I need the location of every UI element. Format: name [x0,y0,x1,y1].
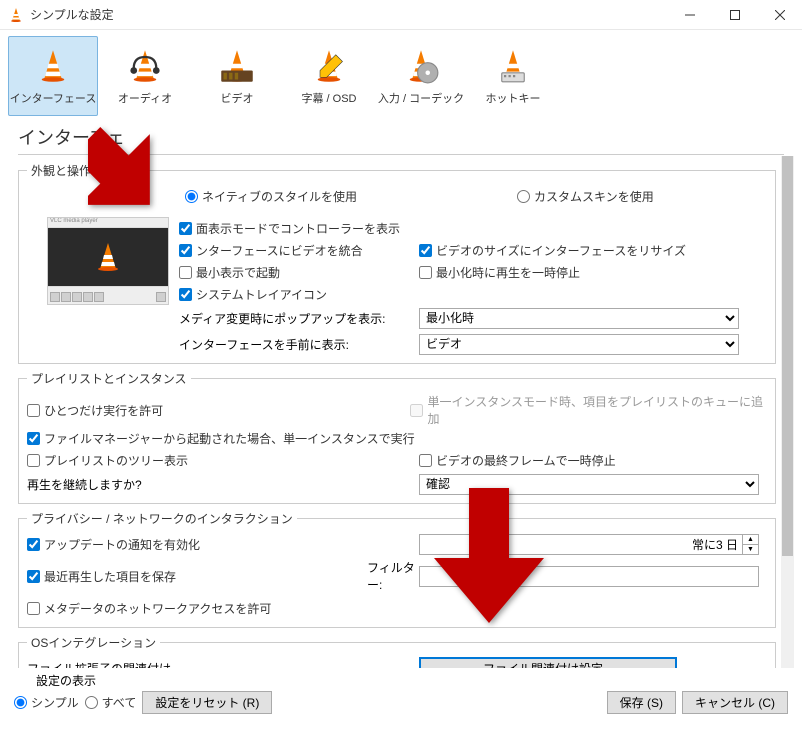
chk-enqueue: 単一インスタンスモード時、項目をプレイリストのキューに追加 [410,393,767,427]
tab-hotkeys[interactable]: ホットキー [468,36,558,116]
radio-simple[interactable]: シンプル [14,694,79,711]
group-appearance: 外観と操作性 ネイティブのスタイルを使用 カスタムスキンを使用 VLC medi… [18,162,776,364]
chk-filemanager-instance[interactable]: ファイルマネージャーから起動された場合、単一インスタンスで実行 [27,428,415,448]
preview-thumbnail: VLC media player [47,217,169,305]
select-raise-interface[interactable]: ビデオ [419,334,739,355]
page-title: インターフェ [0,116,802,154]
label-continue-playback: 再生を継続しますか? [27,476,419,493]
chk-save-recent[interactable]: 最近再生した項目を保存 [27,566,367,586]
titlebar: シンプルな設定 [0,0,802,30]
tab-video[interactable]: ビデオ [192,36,282,116]
disc-icon [401,46,441,86]
label-file-assoc: ファイル拡張子の関連付け [27,660,419,668]
spinner-up[interactable]: ▲ [743,535,758,545]
label-filter: フィルター: [367,559,419,593]
chk-fullscreen-controller[interactable]: 面表示モードでコントローラーを表示 [179,218,419,238]
radio-custom-skin[interactable]: カスタムスキンを使用 [517,188,654,205]
settings-content: 外観と操作性 ネイティブのスタイルを使用 カスタムスキンを使用 VLC medi… [14,156,780,668]
group-os-legend: OSインテグレーション [27,634,160,651]
maximize-button[interactable] [712,0,757,30]
tab-input[interactable]: 入力 / コーデック [376,36,466,116]
chk-minimal-view[interactable]: 最小表示で起動 [179,262,419,282]
chk-metadata-network[interactable]: メタデータのネットワークアクセスを許可 [27,598,271,618]
keyboard-icon [493,46,533,86]
select-media-popup[interactable]: 最小化時 [419,308,739,329]
category-tabs: インターフェース オーディオ ビデオ 字幕 / OSD 入力 / コーデック ホ… [0,30,802,116]
label-media-popup: メディア変更時にポップアップを表示: [179,310,419,327]
divider [18,154,784,155]
chk-pause-minimize[interactable]: 最小化時に再生を一時停止 [419,262,580,282]
select-continue-playback[interactable]: 確認 [419,474,759,495]
pencil-icon [309,46,349,86]
input-filter[interactable] [419,566,759,587]
chk-systray[interactable]: システムトレイアイコン [179,284,327,304]
button-reset[interactable]: 設定をリセット (R) [142,691,272,714]
tab-interface[interactable]: インターフェース [8,36,98,116]
cone-icon [33,46,73,86]
footer: 設定の表示 シンプル すべて 設定をリセット (R) 保存 (S) キャンセル … [14,672,788,724]
chk-one-instance[interactable]: ひとつだけ実行を許可 [27,400,410,420]
radio-native-style[interactable]: ネイティブのスタイルを使用 [185,188,357,205]
button-save[interactable]: 保存 (S) [607,691,676,714]
minimize-button[interactable] [667,0,712,30]
tab-audio[interactable]: オーディオ [100,36,190,116]
label-raise-interface: インターフェースを手前に表示: [179,336,419,353]
scrollbar-thumb[interactable] [782,156,793,556]
scrollbar[interactable] [781,156,794,668]
button-cancel[interactable]: キャンセル (C) [682,691,788,714]
chk-resize-interface[interactable]: ビデオのサイズにインターフェースをリサイズ [419,240,686,260]
chk-pause-last-frame[interactable]: ビデオの最終フレームで一時停止 [419,450,616,470]
film-icon [217,46,257,86]
group-privacy: プライバシー / ネットワークのインタラクション アップデートの通知を有効化 ▲… [18,510,776,628]
label-show-settings: 設定の表示 [36,672,96,689]
group-appearance-legend: 外観と操作性 [27,162,107,179]
button-file-assoc[interactable]: ファイル関連付け設定... [419,657,677,668]
group-playlist: プレイリストとインスタンス ひとつだけ実行を許可 単一インスタンスモード時、項目… [18,370,776,504]
radio-all[interactable]: すべて [85,694,137,711]
input-update-days[interactable] [419,534,743,555]
chk-tree-view[interactable]: プレイリストのツリー表示 [27,450,419,470]
group-privacy-legend: プライバシー / ネットワークのインタラクション [27,510,297,527]
spinner-down[interactable]: ▼ [743,545,758,554]
headphones-icon [125,46,165,86]
chk-integrate-video[interactable]: ンターフェースにビデオを統合 [179,240,419,260]
tab-subtitles[interactable]: 字幕 / OSD [284,36,374,116]
chk-update-notify[interactable]: アップデートの通知を有効化 [27,534,419,554]
window-title: シンプルな設定 [30,6,667,23]
group-playlist-legend: プレイリストとインスタンス [27,370,191,387]
app-icon [8,7,24,23]
close-button[interactable] [757,0,802,30]
group-os: OSインテグレーション ファイル拡張子の関連付け ファイル関連付け設定... [18,634,776,668]
